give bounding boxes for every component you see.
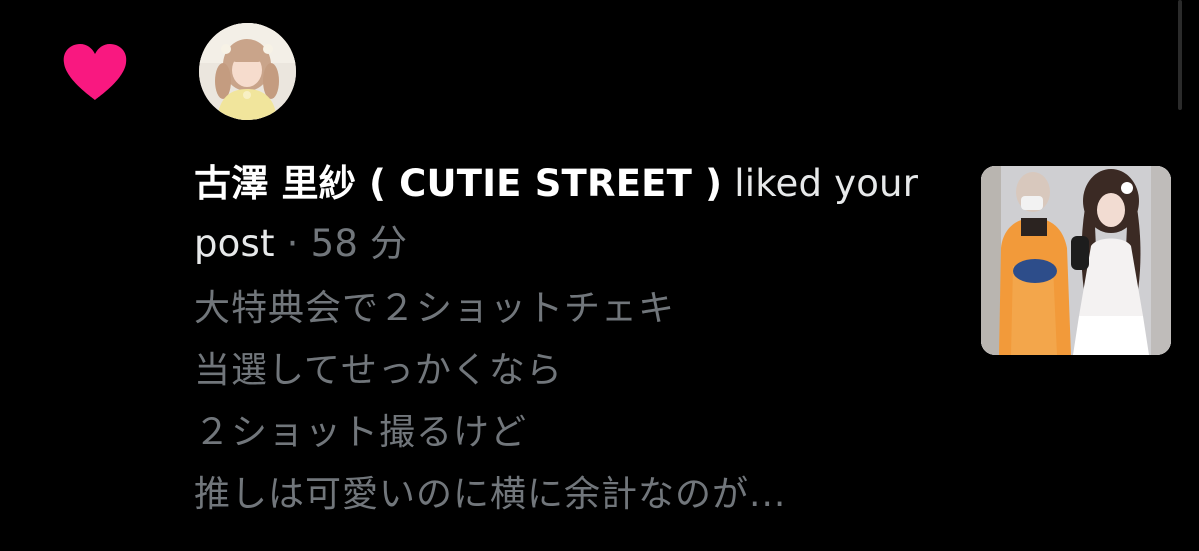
scrollbar[interactable] (1178, 0, 1182, 110)
post-preview-line: 当選してせっかくなら (194, 350, 563, 391)
separator: · (274, 222, 311, 265)
heart-icon (62, 44, 128, 102)
user-name-link[interactable]: 古澤 里紗 ( CUTIE STREET ) (194, 162, 722, 205)
post-preview-line: ２ショット撮るけど (194, 412, 528, 453)
post-thumbnail[interactable] (981, 166, 1171, 355)
timestamp: 58 分 (310, 222, 408, 265)
avatar[interactable] (199, 23, 296, 120)
post-preview-line: 推しは可愛いのに横に余計なのが... (194, 474, 787, 515)
post-preview-line: 大特典会で２ショットチェキ (194, 288, 676, 329)
notification-content: 古澤 里紗 ( CUTIE STREET ) liked your post ·… (194, 154, 954, 526)
notification-headline: 古澤 里紗 ( CUTIE STREET ) liked your post ·… (194, 154, 954, 274)
post-preview[interactable]: 大特典会で２ショットチェキ 当選してせっかくなら ２ショット撮るけど 推しは可愛… (194, 278, 954, 526)
notification-item[interactable]: 古澤 里紗 ( CUTIE STREET ) liked your post ·… (0, 0, 1199, 551)
